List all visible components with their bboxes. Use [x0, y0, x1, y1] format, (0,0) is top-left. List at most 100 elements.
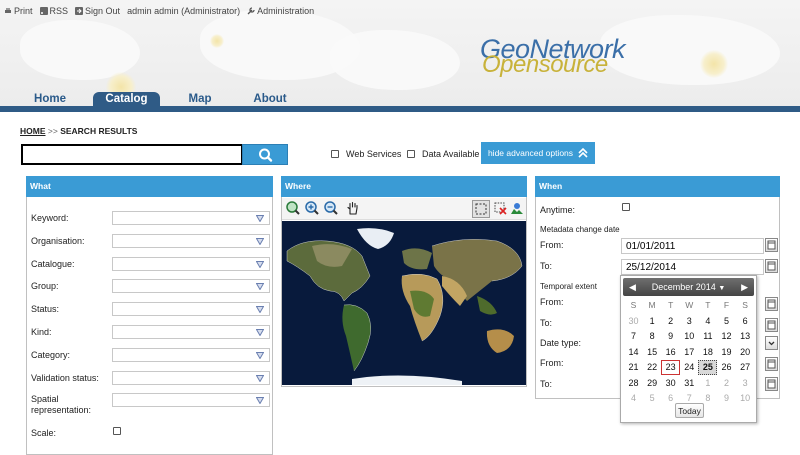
- zoom-in-icon[interactable]: [305, 201, 319, 215]
- search-button[interactable]: [242, 144, 288, 165]
- what-field-select[interactable]: [112, 371, 270, 385]
- calendar-day[interactable]: 4: [624, 391, 643, 406]
- date-to-calendar-button[interactable]: [765, 377, 778, 391]
- tab-catalog[interactable]: Catalog: [93, 92, 160, 106]
- calendar-day[interactable]: 14: [624, 345, 643, 360]
- web-services-checkbox[interactable]: [331, 150, 339, 158]
- date-type-dropdown-button[interactable]: [765, 336, 778, 350]
- calendar-day[interactable]: 2: [717, 376, 736, 391]
- calendar-day[interactable]: 1: [643, 314, 662, 329]
- change-to-calendar-button[interactable]: [765, 259, 778, 273]
- what-field-select[interactable]: [112, 393, 270, 407]
- breadcrumb: HOME >> SEARCH RESULTS: [20, 126, 137, 136]
- change-from-input[interactable]: [621, 238, 764, 254]
- data-available-option[interactable]: Data Available: [407, 149, 479, 159]
- select-box-icon: [475, 203, 487, 215]
- extent-to-calendar-button[interactable]: [765, 318, 778, 332]
- layers-globe-icon[interactable]: [510, 201, 524, 215]
- what-field-select[interactable]: [112, 325, 270, 339]
- calendar-day[interactable]: 12: [717, 329, 736, 344]
- calendar-day[interactable]: 17: [680, 345, 699, 360]
- web-services-option[interactable]: Web Services: [331, 149, 401, 159]
- calendar-day[interactable]: 7: [624, 329, 643, 344]
- what-field-select[interactable]: [112, 234, 270, 248]
- calendar-day[interactable]: 20: [736, 345, 755, 360]
- calendar-day[interactable]: 27: [736, 360, 755, 375]
- calendar-day[interactable]: 5: [717, 314, 736, 329]
- calendar-day[interactable]: 15: [643, 345, 662, 360]
- today-button[interactable]: Today: [675, 403, 704, 418]
- what-field-select[interactable]: [112, 348, 270, 362]
- calendar-dow: W: [685, 300, 694, 310]
- hide-advanced-options-button[interactable]: hide advanced options: [481, 142, 595, 164]
- zoom-out-icon[interactable]: [324, 201, 338, 215]
- extent-from-calendar-button[interactable]: [765, 297, 778, 311]
- what-field-select[interactable]: [112, 302, 270, 316]
- signout-link[interactable]: Sign Out: [75, 6, 120, 16]
- data-available-checkbox[interactable]: [407, 150, 415, 158]
- calendar-day[interactable]: 6: [736, 314, 755, 329]
- calendar-day[interactable]: 21: [624, 360, 643, 375]
- calendar-day[interactable]: 10: [680, 329, 699, 344]
- dropdown-triangle-icon: [256, 215, 264, 222]
- change-to-input[interactable]: [621, 259, 764, 275]
- calendar-day[interactable]: 23: [661, 360, 681, 375]
- search-input[interactable]: [21, 144, 243, 165]
- calendar-day[interactable]: 3: [680, 314, 699, 329]
- calendar-day[interactable]: 28: [624, 376, 643, 391]
- date-from-calendar-button[interactable]: [765, 357, 778, 371]
- chevron-down-icon: [768, 341, 775, 346]
- scale-checkbox[interactable]: [113, 427, 121, 435]
- tab-about[interactable]: About: [244, 92, 296, 106]
- calendar-day[interactable]: 26: [717, 360, 736, 375]
- zoom-extent-icon[interactable]: [286, 201, 300, 215]
- calendar-day[interactable]: 2: [661, 314, 680, 329]
- rss-link[interactable]: RSS: [39, 6, 68, 16]
- what-field-label: Group:: [31, 281, 59, 291]
- calendar-day[interactable]: 3: [736, 376, 755, 391]
- administration-link[interactable]: Administration: [247, 6, 314, 16]
- calendar-day[interactable]: 4: [698, 314, 717, 329]
- calendar-day[interactable]: 9: [661, 329, 680, 344]
- what-field-select[interactable]: [112, 211, 270, 225]
- calendar-dow: S: [742, 300, 748, 310]
- prev-month-icon[interactable]: ◀: [629, 278, 636, 296]
- calendar-day[interactable]: 1: [698, 376, 717, 391]
- calendar-day[interactable]: 13: [736, 329, 755, 344]
- calendar-dow: T: [705, 300, 711, 310]
- world-map[interactable]: [282, 221, 526, 385]
- calendar-day[interactable]: 18: [698, 345, 717, 360]
- calendar-day[interactable]: 16: [661, 345, 680, 360]
- print-link[interactable]: Print: [4, 6, 33, 16]
- month-dropdown-icon[interactable]: ▼: [718, 285, 725, 292]
- calendar-day[interactable]: 24: [680, 360, 699, 375]
- dropdown-triangle-icon: [256, 238, 264, 245]
- calendar-day[interactable]: 22: [643, 360, 662, 375]
- calendar-day[interactable]: 25: [698, 360, 718, 375]
- draw-box-button[interactable]: [472, 200, 490, 218]
- what-field-select[interactable]: [112, 279, 270, 293]
- calendar-day[interactable]: 30: [624, 314, 643, 329]
- tab-home[interactable]: Home: [22, 92, 78, 106]
- change-from-calendar-button[interactable]: [765, 238, 778, 252]
- pan-hand-icon[interactable]: [346, 201, 360, 215]
- where-panel-title: Where: [281, 176, 527, 197]
- calendar-day[interactable]: 10: [736, 391, 755, 406]
- calendar-day[interactable]: 29: [643, 376, 662, 391]
- calendar-day[interactable]: 9: [717, 391, 736, 406]
- tab-map[interactable]: Map: [178, 92, 222, 106]
- clear-selection-icon[interactable]: [493, 201, 507, 215]
- calendar-month-label[interactable]: December 2014: [652, 282, 716, 292]
- calendar-day[interactable]: 31: [680, 376, 699, 391]
- web-services-label: Web Services: [346, 149, 402, 159]
- breadcrumb-home[interactable]: HOME: [20, 126, 46, 136]
- calendar-day[interactable]: 8: [643, 329, 662, 344]
- geonetwork-logo[interactable]: GeoNetwork Opensource: [480, 34, 626, 78]
- calendar-day[interactable]: 11: [698, 329, 717, 344]
- calendar-day[interactable]: 5: [643, 391, 662, 406]
- what-field-select[interactable]: [112, 257, 270, 271]
- calendar-day[interactable]: 19: [717, 345, 736, 360]
- next-month-icon[interactable]: ▶: [741, 278, 748, 296]
- calendar-day[interactable]: 30: [661, 376, 680, 391]
- anytime-checkbox[interactable]: [622, 203, 630, 211]
